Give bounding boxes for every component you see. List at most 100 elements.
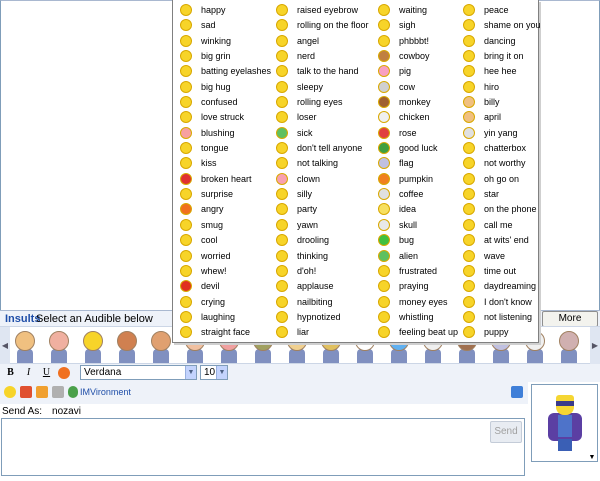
emoticon-item[interactable]: nailbiting	[269, 295, 369, 310]
emoticon-item[interactable]: nerd	[269, 49, 369, 64]
emoticon-item[interactable]: not worthy	[456, 156, 556, 171]
emoticon-item[interactable]: rolling on the floor	[269, 18, 369, 33]
emoticon-item[interactable]: on the phone	[456, 202, 556, 217]
emoticon-item[interactable]: thinking	[269, 249, 369, 264]
emoticon-item[interactable]: happy	[173, 3, 273, 18]
emoticon-item[interactable]: angel	[269, 34, 369, 49]
emoticon-item[interactable]: whew!	[173, 264, 273, 279]
emoticon-item[interactable]: silly	[269, 187, 369, 202]
emoticon-item[interactable]: daydreaming	[456, 279, 556, 294]
emoticon-item[interactable]: cool	[173, 233, 273, 248]
audible-item[interactable]	[114, 329, 140, 363]
emoticon-item[interactable]: big hug	[173, 80, 273, 95]
font-family-select[interactable]: Verdana ▼	[80, 365, 197, 380]
emoticon-item[interactable]: not talking	[269, 156, 369, 171]
emoticon-item[interactable]: hiro	[456, 80, 556, 95]
audible-item[interactable]	[12, 329, 38, 363]
audible-item[interactable]	[46, 329, 72, 363]
imvironment-link[interactable]: IMVironment	[80, 387, 131, 397]
audibles-icon[interactable]	[20, 386, 32, 398]
doodle-icon[interactable]	[36, 386, 48, 398]
emoticon-item[interactable]: hypnotized	[269, 310, 369, 325]
emoticon-item[interactable]: angry	[173, 202, 273, 217]
emoticon-item[interactable]: applause	[269, 279, 369, 294]
emoticon-face-icon	[276, 280, 288, 293]
emoticon-item[interactable]: call me	[456, 218, 556, 233]
avatar-image	[546, 393, 584, 453]
emoticon-item[interactable]: d'oh!	[269, 264, 369, 279]
emoticon-item[interactable]: laughing	[173, 310, 273, 325]
send-as-label: Send As:	[2, 406, 43, 417]
audible-item[interactable]	[556, 329, 582, 363]
emoticon-item[interactable]: not listening	[456, 310, 556, 325]
emoticon-item[interactable]: party	[269, 202, 369, 217]
emoticon-item[interactable]: oh go on	[456, 172, 556, 187]
emoticon-item[interactable]: peace	[456, 3, 556, 18]
audible-item[interactable]	[80, 329, 106, 363]
font-size-select[interactable]: 10 ▼	[200, 365, 228, 380]
emoticon-item[interactable]: yin yang	[456, 126, 556, 141]
emoticon-item[interactable]: clown	[269, 172, 369, 187]
avatar-panel[interactable]	[531, 384, 598, 462]
emoticon-item[interactable]: devil	[173, 279, 273, 294]
emoticon-item[interactable]: billy	[456, 95, 556, 110]
emoticon-item[interactable]: worried	[173, 249, 273, 264]
emoticon-item[interactable]: talk to the hand	[269, 64, 369, 79]
send-as-name[interactable]: nozavi	[52, 406, 81, 417]
emoticon-item[interactable]: surprise	[173, 187, 273, 202]
emoticon-item[interactable]: kiss	[173, 156, 273, 171]
emoticon-item[interactable]: liar	[269, 325, 369, 340]
emoticon-item[interactable]: dancing	[456, 34, 556, 49]
emoticon-face-icon	[378, 4, 390, 16]
emoticon-item[interactable]: time out	[456, 264, 556, 279]
emoticon-item[interactable]: I don't know	[456, 295, 556, 310]
emoticon-item[interactable]: rolling eyes	[269, 95, 369, 110]
emoticon-item[interactable]: broken heart	[173, 172, 273, 187]
avatar-dropdown-icon[interactable]: ▼	[587, 453, 597, 462]
emoticon-item[interactable]: blushing	[173, 126, 273, 141]
text-color-icon[interactable]	[58, 367, 70, 379]
send-button[interactable]: Send	[490, 421, 522, 443]
emoticon-item[interactable]: shame on you	[456, 18, 556, 33]
emoticon-item[interactable]: drooling	[269, 233, 369, 248]
audible-item[interactable]	[148, 329, 174, 363]
italic-button[interactable]: I	[22, 366, 35, 380]
emoticon-item[interactable]: sick	[269, 126, 369, 141]
emoticon-item[interactable]: chatterbox	[456, 141, 556, 156]
emoticon-face-icon	[463, 188, 475, 201]
emoticon-item[interactable]: batting eyelashes	[173, 64, 273, 79]
emoticon-item[interactable]: april	[456, 110, 556, 125]
attach-icon[interactable]	[52, 386, 64, 398]
emoticon-item[interactable]: wave	[456, 249, 556, 264]
scroll-right-icon[interactable]: ▶	[590, 327, 600, 365]
emoticon-item[interactable]: at wits' end	[456, 233, 556, 248]
emoticon-item[interactable]: star	[456, 187, 556, 202]
emoticon-face-icon	[276, 34, 288, 47]
emoticon-item[interactable]: winking	[173, 34, 273, 49]
emoticon-item[interactable]: sad	[173, 18, 273, 33]
emoticon-item[interactable]: yawn	[269, 218, 369, 233]
message-input[interactable]	[1, 418, 525, 476]
contact-icon[interactable]	[511, 386, 523, 398]
underline-button[interactable]: U	[40, 366, 53, 380]
emoticon-item[interactable]: loser	[269, 110, 369, 125]
imvironment-icon[interactable]	[68, 386, 78, 398]
emoticon-item[interactable]: sleepy	[269, 80, 369, 95]
bold-button[interactable]: B	[4, 366, 17, 380]
emoticon-face-icon	[463, 4, 475, 16]
emoticon-item[interactable]: bring it on	[456, 49, 556, 64]
emoticon-item[interactable]: confused	[173, 95, 273, 110]
emoticon-item[interactable]: big grin	[173, 49, 273, 64]
emoticon-item[interactable]: tongue	[173, 141, 273, 156]
emoticon-item[interactable]: hee hee	[456, 64, 556, 79]
emoticon-item[interactable]: puppy	[456, 325, 556, 340]
emoticon-item[interactable]: raised eyebrow	[269, 3, 369, 18]
emoticon-item[interactable]: love struck	[173, 110, 273, 125]
emoticons-icon[interactable]	[4, 386, 16, 398]
scroll-left-icon[interactable]: ◀	[0, 327, 10, 365]
emoticon-item[interactable]: don't tell anyone	[269, 141, 369, 156]
emoticon-item[interactable]: smug	[173, 218, 273, 233]
emoticon-item[interactable]: straight face	[173, 325, 273, 340]
emoticon-item[interactable]: crying	[173, 295, 273, 310]
font-family-value: Verdana	[84, 367, 122, 378]
